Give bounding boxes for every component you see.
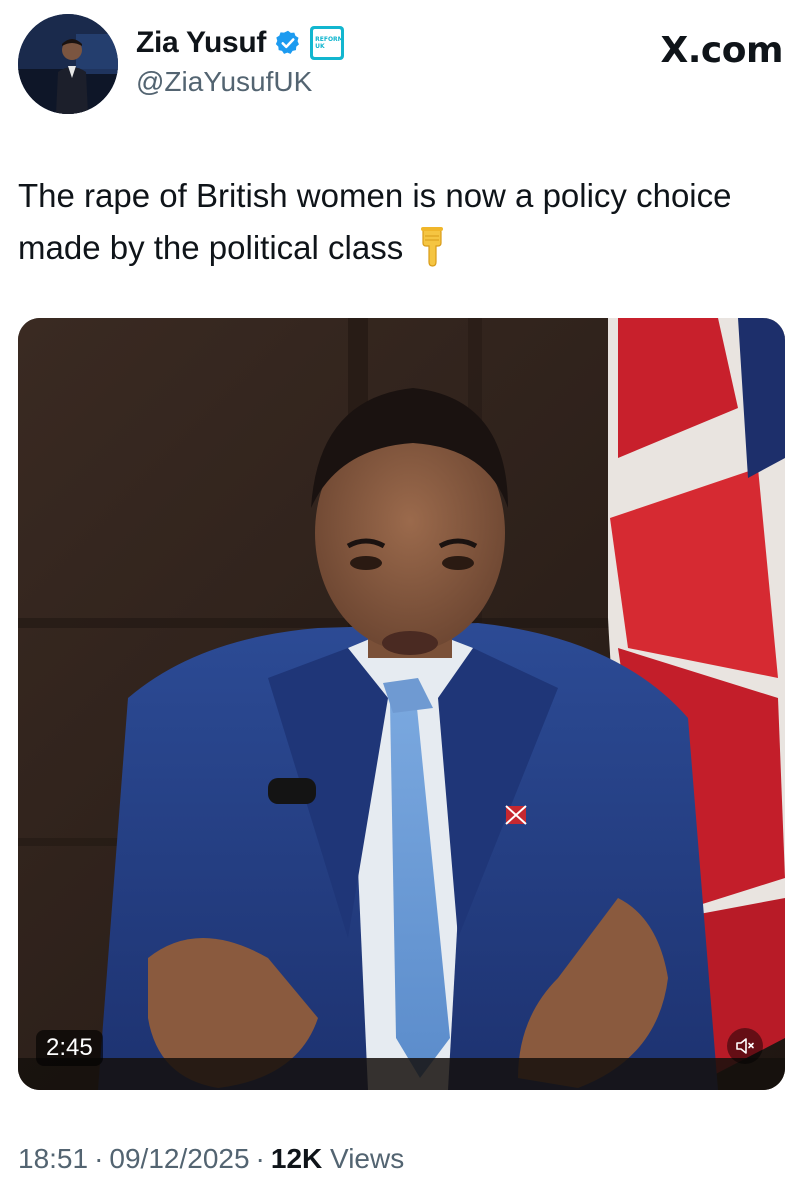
views-label: Views bbox=[330, 1143, 405, 1174]
verified-badge-icon bbox=[275, 30, 300, 54]
video-frame bbox=[18, 318, 785, 1090]
views-count: 12K bbox=[270, 1143, 323, 1174]
tweet-meta: 18:51 · 09/12/2025 · 12K Views bbox=[18, 1143, 404, 1175]
tweet-date[interactable]: 09/12/2025 bbox=[109, 1143, 249, 1174]
author-handle[interactable]: @ZiaYusufUK bbox=[136, 66, 344, 98]
pointing-down-emoji-icon bbox=[421, 227, 444, 267]
speaker-muted-icon bbox=[736, 1038, 754, 1054]
display-name-row: Zia Yusuf REFORM UK bbox=[136, 24, 345, 62]
video-player[interactable]: 2:45 bbox=[18, 318, 785, 1090]
display-name[interactable]: Zia Yusuf bbox=[136, 26, 266, 60]
author-info: Zia Yusuf REFORM UK @ZiaYusufUK bbox=[136, 24, 345, 98]
avatar-image bbox=[18, 14, 118, 114]
separator: · bbox=[94, 1143, 104, 1174]
tweet-text: The rape of British women is now a polic… bbox=[18, 170, 758, 274]
site-label: X.com bbox=[660, 30, 783, 71]
avatar[interactable] bbox=[18, 14, 118, 114]
affiliation-badge[interactable]: REFORM UK bbox=[310, 26, 345, 60]
affiliation-badge-text: REFORM UK bbox=[313, 29, 344, 57]
video-duration: 2:45 bbox=[36, 1030, 103, 1066]
tweet-time[interactable]: 18:51 bbox=[18, 1143, 88, 1174]
separator: · bbox=[255, 1143, 265, 1174]
tweet-header: Zia Yusuf REFORM UK @ZiaYusufUK X.com bbox=[18, 14, 785, 114]
mute-button[interactable] bbox=[727, 1028, 763, 1064]
tweet-body: The rape of British women is now a polic… bbox=[18, 177, 732, 266]
